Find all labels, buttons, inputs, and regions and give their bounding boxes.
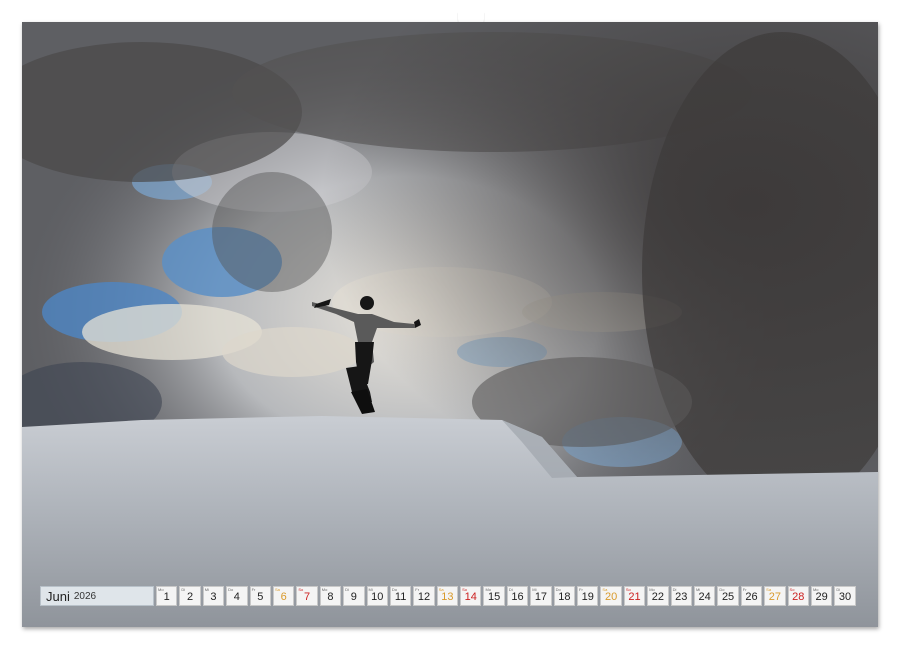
day-number: 23 (672, 590, 691, 604)
day-number: 12 (414, 590, 433, 604)
day-number: 26 (742, 590, 761, 604)
day-cell: So21 (624, 586, 645, 606)
day-cell: Sa6 (273, 586, 294, 606)
day-cell: Fr12 (413, 586, 434, 606)
day-number: 2 (180, 590, 199, 604)
day-number: 18 (555, 590, 574, 604)
day-cell: So14 (460, 586, 481, 606)
day-cell: So7 (296, 586, 317, 606)
day-number: 22 (648, 590, 667, 604)
day-cell: Mi3 (203, 586, 224, 606)
day-cell: Do25 (717, 586, 738, 606)
day-cell: Fr19 (577, 586, 598, 606)
day-number: 9 (344, 590, 363, 604)
day-number: 19 (578, 590, 597, 604)
day-number: 3 (204, 590, 223, 604)
day-cell: Di2 (179, 586, 200, 606)
day-number: 17 (531, 590, 550, 604)
day-number: 24 (695, 590, 714, 604)
day-cell: Do11 (390, 586, 411, 606)
day-cell: Mi24 (694, 586, 715, 606)
day-cell: Mo22 (647, 586, 668, 606)
day-number: 11 (391, 590, 410, 604)
month-label: Juni 2026 (40, 586, 154, 606)
day-number: 8 (321, 590, 340, 604)
day-number: 7 (297, 590, 316, 604)
calendar-photo (22, 22, 878, 627)
snowboard-scene (22, 22, 878, 627)
year: 2026 (74, 591, 96, 602)
day-number: 13 (438, 590, 457, 604)
day-cell: Do18 (554, 586, 575, 606)
day-number: 6 (274, 590, 293, 604)
day-number: 28 (789, 590, 808, 604)
day-cell: Di9 (343, 586, 364, 606)
day-cell: Di16 (507, 586, 528, 606)
day-cell: Do4 (226, 586, 247, 606)
day-number: 20 (601, 590, 620, 604)
day-number: 14 (461, 590, 480, 604)
day-cell: Sa13 (437, 586, 458, 606)
day-cell: Sa20 (600, 586, 621, 606)
day-number: 15 (484, 590, 503, 604)
day-number: 21 (625, 590, 644, 604)
day-cell: So28 (788, 586, 809, 606)
day-number: 30 (835, 590, 854, 604)
day-number: 27 (765, 590, 784, 604)
day-cell: Mo29 (811, 586, 832, 606)
day-number: 29 (812, 590, 831, 604)
day-cell: Di23 (671, 586, 692, 606)
day-number: 25 (718, 590, 737, 604)
day-cell: Mi17 (530, 586, 551, 606)
day-cell: Mo8 (320, 586, 341, 606)
day-number: 10 (368, 590, 387, 604)
day-cell: Sa27 (764, 586, 785, 606)
day-number: 1 (157, 590, 176, 604)
day-cell: Mo1 (156, 586, 177, 606)
day-cell: Di30 (834, 586, 855, 606)
day-cell: Mi10 (367, 586, 388, 606)
calendar-strip: Juni 2026 Mo1Di2Mi3Do4Fr5Sa6So7Mo8Di9Mi1… (40, 586, 860, 606)
day-cell: Mo15 (483, 586, 504, 606)
day-number: 5 (251, 590, 270, 604)
day-cells: Mo1Di2Mi3Do4Fr5Sa6So7Mo8Di9Mi10Do11Fr12S… (156, 586, 856, 606)
day-cell: Fr26 (741, 586, 762, 606)
day-number: 16 (508, 590, 527, 604)
day-number: 4 (227, 590, 246, 604)
month-name: Juni (46, 589, 70, 604)
day-cell: Fr5 (250, 586, 271, 606)
